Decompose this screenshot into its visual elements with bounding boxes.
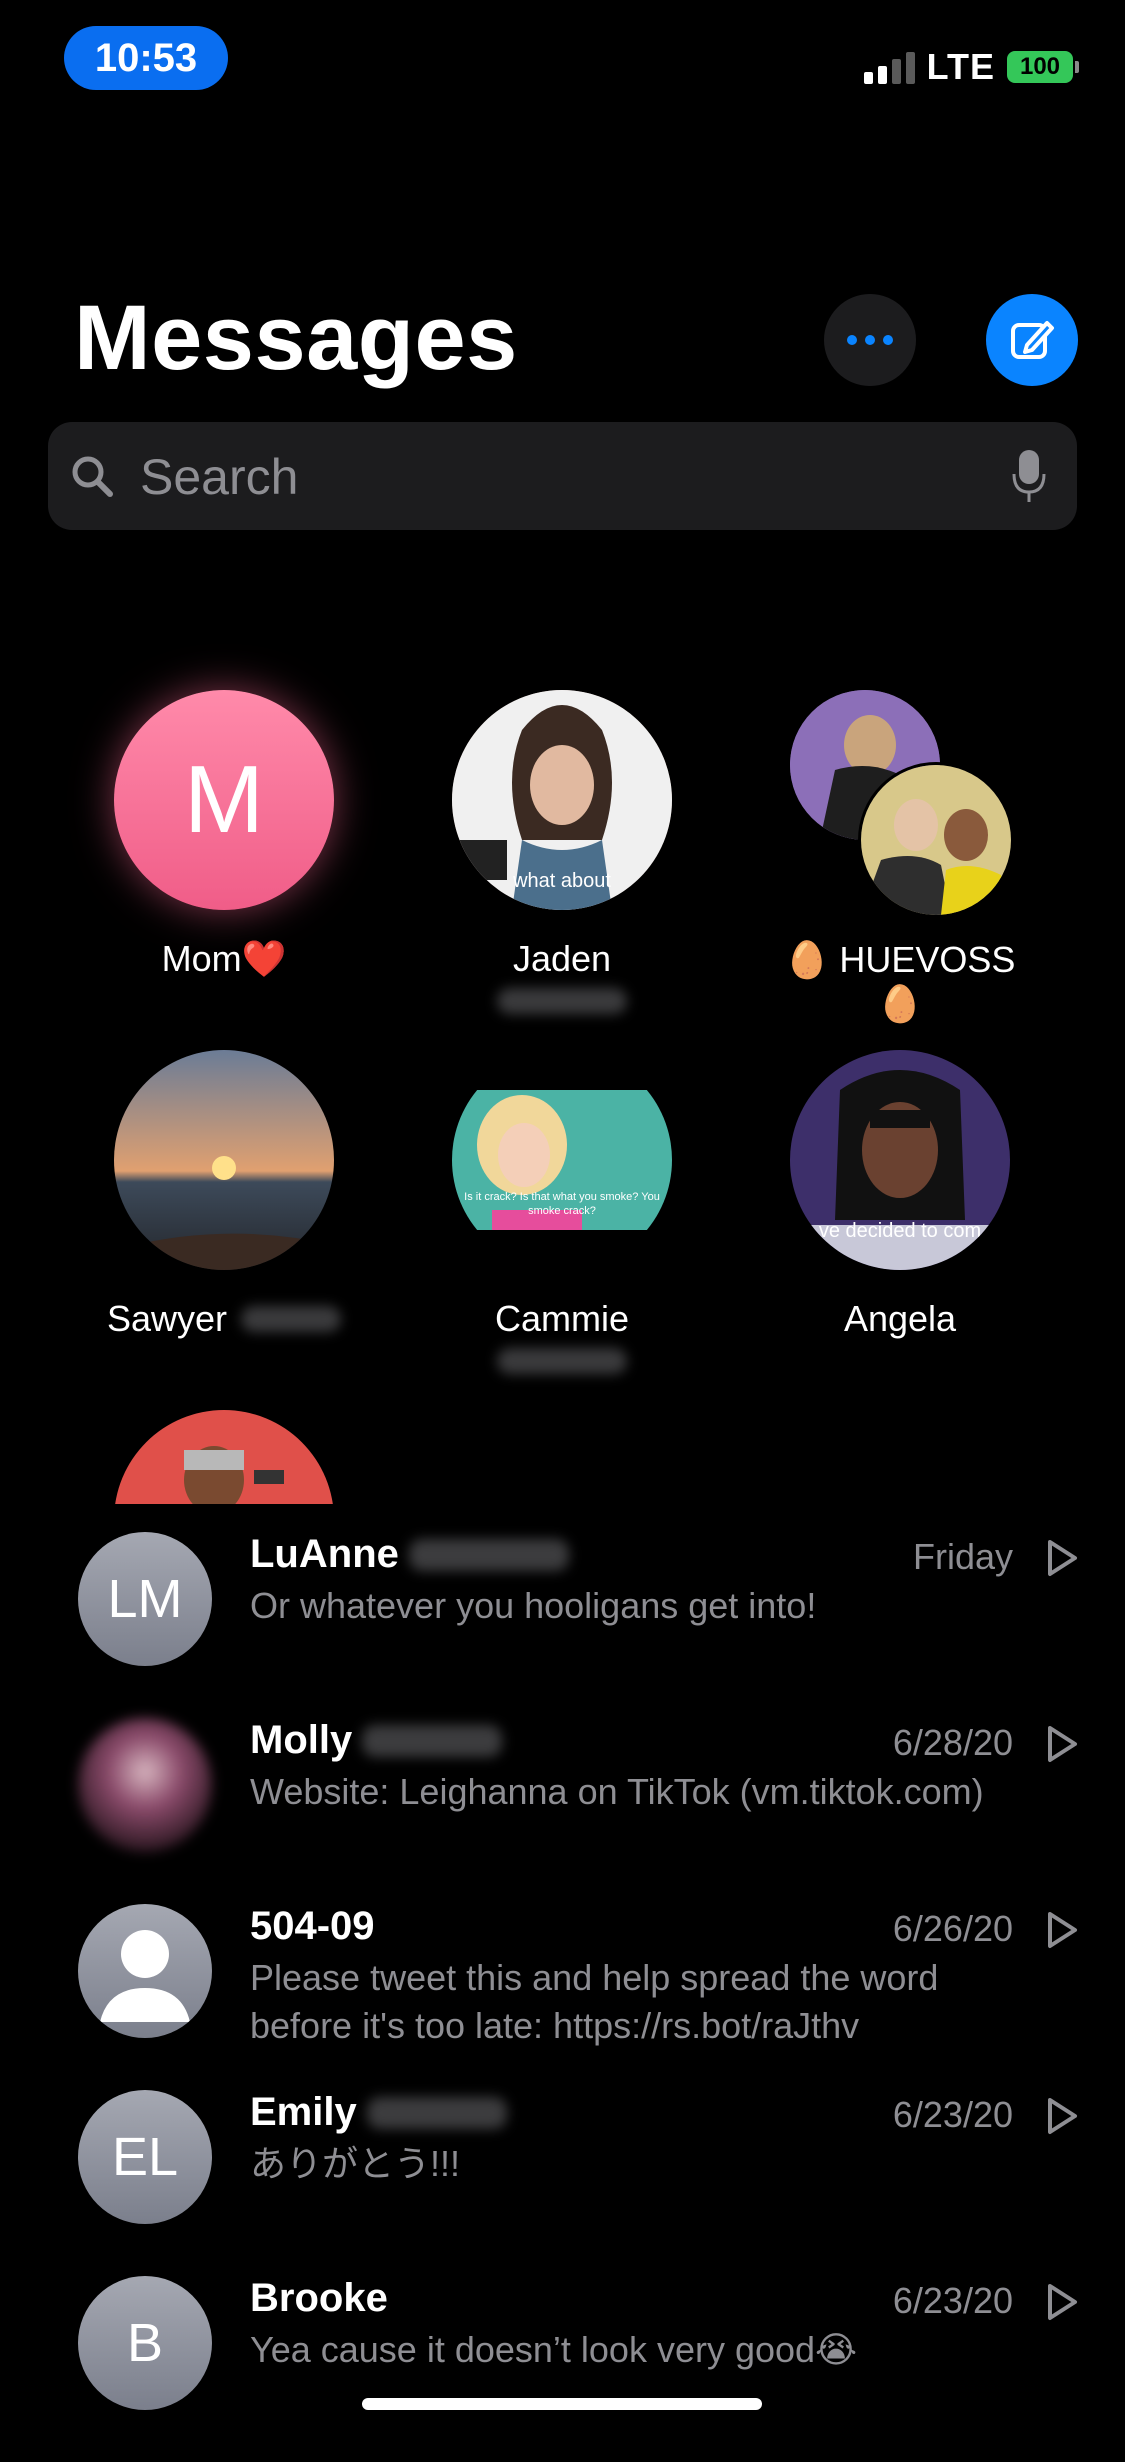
page-title: Messages	[74, 287, 518, 389]
avatar: ve decided to com	[790, 1050, 1010, 1270]
message-date: 6/23/20	[892, 2280, 1013, 2321]
cellular-signal-icon	[863, 50, 915, 84]
avatar	[114, 1410, 334, 1504]
contact-name: LuAnne	[250, 1532, 569, 1577]
pinned-name: 🥚 HUEVOSS 🥚	[784, 939, 1016, 1024]
search-bar[interactable]	[48, 422, 1077, 530]
avatar: EL	[78, 2090, 212, 2224]
contact-name: Brooke	[250, 2276, 388, 2321]
avatar	[78, 1718, 212, 1852]
play-icon[interactable]	[1045, 1724, 1079, 1764]
pinned-mom[interactable]: M Mom❤️	[64, 690, 384, 990]
pinned-partial[interactable]	[114, 1410, 334, 1504]
conversation-row[interactable]: 504-09 6/26/20 Please tweet this and hel…	[0, 1904, 1125, 2090]
pinned-subtitle	[402, 1348, 722, 1374]
avatar-caption: Is it crack? Is that what you smoke? You…	[464, 1191, 660, 1217]
pinned-subtitle	[402, 988, 722, 1014]
avatar: Is it crack? Is that what you smoke? You…	[452, 1050, 672, 1270]
avatar: B	[78, 2276, 212, 2410]
avatar: LM	[78, 1532, 212, 1666]
message-date: 6/28/20	[892, 1722, 1013, 1763]
message-date: 6/23/20	[892, 2094, 1013, 2135]
pinned-name: Jaden	[512, 938, 612, 979]
contact-name-text: Brooke	[250, 2276, 388, 2320]
pinned-name: Sawyer	[64, 1298, 384, 1340]
message-preview: Please tweet this and help spread the wo…	[250, 1957, 939, 2046]
contact-name: Emily	[250, 2090, 507, 2135]
conversation-row[interactable]: LM LuAnne Friday Or whatever you hooliga…	[0, 1532, 1125, 1718]
pinned-angela[interactable]: ve decided to com Angela	[740, 1050, 1060, 1350]
pinned-name-text: Sawyer	[106, 1298, 228, 1339]
contact-name-text: 504-09	[250, 1904, 375, 1948]
more-options-button[interactable]	[824, 294, 916, 386]
microphone-icon[interactable]	[1011, 448, 1047, 504]
play-icon[interactable]	[1045, 1538, 1079, 1578]
message-preview: Yea cause it doesn’t look very good😭	[250, 2329, 858, 2370]
avatar-photo	[452, 1050, 672, 1270]
battery-level: 100	[1007, 51, 1073, 83]
play-icon[interactable]	[1045, 2282, 1079, 2322]
pinned-name: Mom❤️	[161, 938, 287, 979]
conversation-row[interactable]: B Brooke 6/23/20 Yea cause it doesn’t lo…	[0, 2276, 1125, 2462]
avatar	[114, 1050, 334, 1270]
avatar-photo	[114, 1050, 334, 1270]
contact-name: Molly	[250, 1718, 503, 1763]
network-type: LTE	[926, 46, 995, 87]
search-icon	[72, 456, 113, 497]
pinned-name: Cammie	[494, 1298, 629, 1339]
pinned-jaden[interactable]: what about Jaden	[402, 690, 722, 1020]
message-preview: Website: Leighanna on TikTok (vm.tiktok.…	[250, 1771, 984, 1812]
message-date: 6/26/20	[892, 1908, 1013, 1949]
pinned-huevoss[interactable]: 🥚 HUEVOSS 🥚	[740, 690, 1060, 1030]
compose-button[interactable]	[986, 294, 1078, 386]
message-preview: Or whatever you hooligans get into!	[250, 1585, 817, 1626]
pinned-sawyer[interactable]: Sawyer	[64, 1050, 384, 1350]
conversation-row[interactable]: Molly 6/28/20 Website: Leighanna on TikT…	[0, 1718, 1125, 1904]
contact-name-text: LuAnne	[250, 1532, 399, 1576]
home-indicator[interactable]	[362, 2398, 762, 2410]
avatar	[78, 1904, 212, 2038]
compose-icon	[1011, 321, 1054, 359]
play-icon[interactable]	[1045, 2096, 1079, 2136]
pinned-name: Angela	[843, 1298, 957, 1339]
contact-name: 504-09	[250, 1904, 375, 1949]
search-input[interactable]	[138, 444, 962, 510]
status-indicators: LTE 100	[863, 46, 1079, 88]
avatar: M	[114, 690, 334, 910]
ellipsis-icon	[847, 335, 857, 345]
avatar: what about	[452, 690, 672, 910]
status-time[interactable]: 10:53	[64, 26, 228, 90]
contact-name-text: Molly	[250, 1718, 353, 1762]
play-icon[interactable]	[1045, 1910, 1079, 1950]
battery-icon: 100	[1007, 51, 1079, 83]
message-preview: ありがとう!!!	[250, 2143, 461, 2184]
avatar-caption: what about	[513, 870, 611, 892]
pinned-cammie[interactable]: Is it crack? Is that what you smoke? You…	[402, 1050, 722, 1380]
avatar-caption: ve decided to com	[818, 1220, 982, 1242]
contact-name-text: Emily	[250, 2090, 357, 2134]
person-icon	[100, 1930, 190, 2022]
conversation-row[interactable]: EL Emily 6/23/20 ありがとう!!!	[0, 2090, 1125, 2276]
group-avatar-front	[858, 762, 1014, 918]
message-date: Friday	[912, 1536, 1013, 1577]
